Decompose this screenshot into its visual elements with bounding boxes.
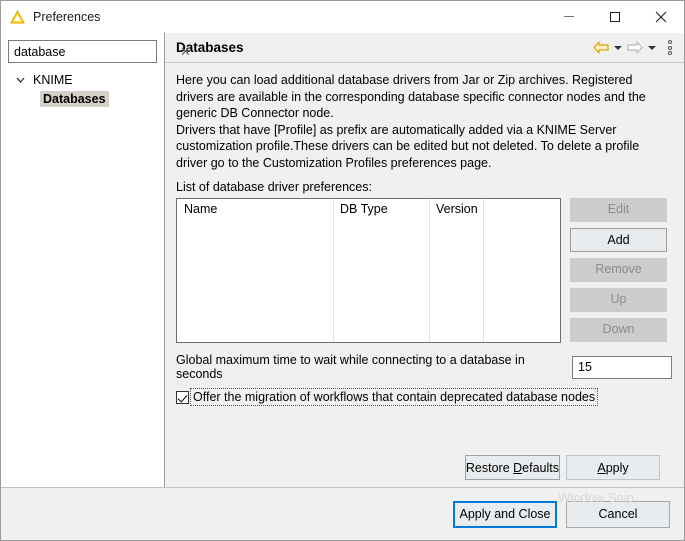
restore-defaults-pre: Restore xyxy=(465,460,514,475)
driver-list-caption: List of database driver preferences: xyxy=(176,180,372,194)
close-button[interactable] xyxy=(638,1,684,32)
back-arrow-icon xyxy=(592,41,609,54)
connection-timeout-input[interactable] xyxy=(572,355,672,379)
restore-defaults-post: efaults xyxy=(522,460,559,475)
search-input[interactable] xyxy=(9,41,180,62)
apply-mnemonic: A xyxy=(597,460,606,475)
column-header-db-type[interactable]: DB Type xyxy=(333,199,429,222)
driver-table[interactable]: Name DB Type Version xyxy=(176,198,561,343)
connection-timeout-label: Global maximum time to wait while connec… xyxy=(176,353,525,381)
dialog-body: ✕ KNIME Databases Databases xyxy=(1,32,684,488)
vertical-dots-menu-icon xyxy=(668,45,672,50)
minimize-button[interactable] xyxy=(546,1,592,32)
migration-checkbox[interactable] xyxy=(176,390,189,404)
tree-item-label: KNIME xyxy=(33,72,73,87)
back-button[interactable] xyxy=(591,38,610,58)
column-header-version[interactable]: Version xyxy=(429,199,483,222)
vertical-dots-menu-icon xyxy=(668,51,672,55)
filter-search-box[interactable]: ✕ xyxy=(8,40,191,63)
title-bar-left: Preferences xyxy=(1,9,101,24)
connection-timeout-row: Global maximum time to wait while connec… xyxy=(176,353,672,381)
page-description: Here you can load additional database dr… xyxy=(176,72,672,171)
driver-table-buttons: Edit Add Remove Up Down xyxy=(570,198,667,343)
tree-item-label: Databases xyxy=(40,90,109,107)
maximize-icon xyxy=(610,11,620,22)
down-button[interactable]: Down xyxy=(570,318,667,342)
edit-button[interactable]: Edit xyxy=(570,198,667,222)
view-menu-button[interactable] xyxy=(662,38,678,58)
forward-history-dropdown-button[interactable] xyxy=(645,38,658,58)
chevron-down-icon[interactable] xyxy=(14,77,27,83)
page-inner: Here you can load additional database dr… xyxy=(165,63,684,488)
knime-triangle-logo-icon xyxy=(10,9,25,24)
preferences-tree: KNIME Databases xyxy=(8,70,157,108)
chevron-down-icon xyxy=(647,45,656,50)
close-icon xyxy=(655,11,667,22)
driver-table-area: Name DB Type Version Edit Add Remove Up … xyxy=(176,198,672,343)
preferences-sidebar: ✕ KNIME Databases xyxy=(1,32,191,488)
driver-table-header: Name DB Type Version xyxy=(177,199,560,222)
migration-checkbox-row[interactable]: Offer the migration of workflows that co… xyxy=(176,388,672,406)
chevron-down-icon xyxy=(613,45,622,50)
tree-item-databases[interactable]: Databases xyxy=(8,89,157,108)
page-title: Databases xyxy=(176,40,244,55)
apply-and-close-button[interactable]: Apply and Close xyxy=(453,500,557,528)
page-header: Databases xyxy=(165,33,684,63)
forward-arrow-icon xyxy=(626,41,643,54)
back-history-dropdown-button[interactable] xyxy=(611,38,624,58)
clear-search-icon[interactable]: ✕ xyxy=(180,41,191,62)
add-button[interactable]: Add xyxy=(570,228,667,252)
restore-defaults-button[interactable]: Restore Defaults xyxy=(464,455,560,480)
dialog-footer: Window Snip Apply and Close Cancel xyxy=(1,487,684,540)
minimize-icon xyxy=(564,16,574,17)
window-title: Preferences xyxy=(33,9,101,24)
apply-bar: Restore Defaults Apply xyxy=(176,455,672,488)
cancel-button[interactable]: Cancel xyxy=(566,500,670,528)
maximize-button[interactable] xyxy=(592,1,638,32)
remove-button[interactable]: Remove xyxy=(570,258,667,282)
apply-post: pply xyxy=(605,460,629,475)
apply-button[interactable]: Apply xyxy=(566,455,660,480)
title-bar: Preferences xyxy=(1,1,684,32)
column-header-extra[interactable] xyxy=(483,199,560,222)
forward-button[interactable] xyxy=(625,38,644,58)
migration-checkbox-label: Offer the migration of workflows that co… xyxy=(190,388,599,406)
preferences-window: Preferences ✕ xyxy=(0,0,685,541)
preferences-content: Databases Here you can load additional d… xyxy=(165,32,684,488)
page-nav-icons xyxy=(591,38,678,58)
column-header-name[interactable]: Name xyxy=(177,199,333,222)
vertical-dots-menu-icon xyxy=(668,40,672,44)
tree-item-knime[interactable]: KNIME xyxy=(8,70,157,89)
window-controls xyxy=(546,1,684,32)
description-paragraph: Drivers that have [Profile] as prefix ar… xyxy=(176,122,640,170)
up-button[interactable]: Up xyxy=(570,288,667,312)
description-paragraph: Here you can load additional database dr… xyxy=(176,73,646,120)
restore-defaults-mnemonic: D xyxy=(513,460,523,475)
